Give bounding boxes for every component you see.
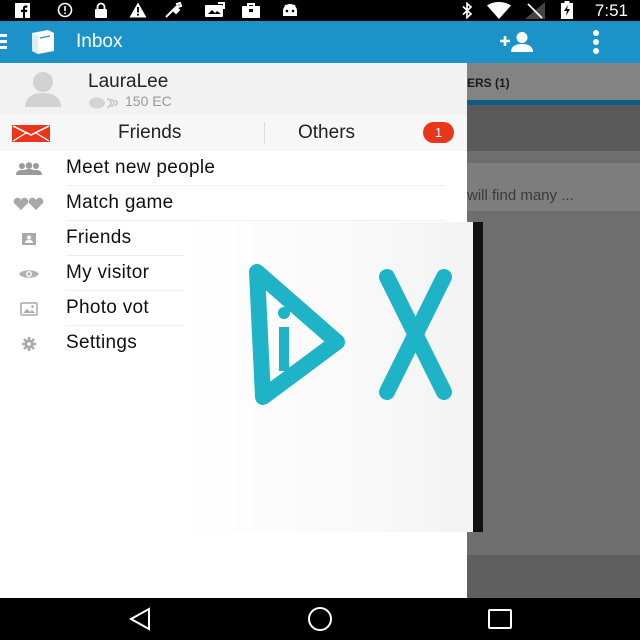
dx-logo — [249, 264, 452, 405]
app-logo-icon — [28, 29, 58, 55]
back-icon[interactable] — [127, 606, 155, 632]
alert-circle-icon — [56, 2, 74, 18]
satellite-icon — [164, 2, 186, 18]
photo-icon — [12, 300, 46, 317]
tab-divider — [264, 122, 265, 144]
page-title: Inbox — [76, 31, 123, 52]
profile-name: LauraLee — [88, 71, 169, 92]
menu-item-label: Photo vot — [66, 297, 149, 318]
warning-icon — [128, 2, 148, 18]
avatar — [22, 71, 64, 107]
profile-header[interactable]: LauraLee 150 EC — [0, 63, 467, 115]
message-preview: will find many ... — [467, 187, 574, 204]
bag-icon — [240, 2, 262, 18]
photo-icon — [203, 2, 227, 18]
ad-edge — [473, 222, 483, 532]
battery-charging-icon — [558, 1, 576, 19]
ad-overlay[interactable] — [184, 222, 483, 532]
menu-item-label: Friends — [66, 227, 132, 248]
recents-icon[interactable] — [486, 606, 514, 632]
others-count-badge: 1 — [423, 122, 454, 143]
coin-icon — [88, 96, 120, 109]
menu-item-label: My visitor — [66, 262, 150, 283]
gear-icon — [12, 335, 46, 352]
menu-item-label: Meet new people — [66, 157, 216, 178]
hearts-icon — [12, 195, 46, 212]
wifi-icon — [486, 1, 512, 19]
android-icon — [280, 2, 300, 18]
eye-icon — [12, 265, 46, 282]
background-header — [467, 105, 640, 151]
menu-icon[interactable] — [0, 34, 8, 50]
tab-friends[interactable]: Friends — [118, 122, 181, 144]
inbox-background: ERS (1) will find many ... — [467, 63, 640, 598]
no-signal-icon — [524, 1, 546, 19]
app-bar: Inbox — [0, 21, 640, 63]
overflow-menu-icon[interactable] — [591, 30, 601, 54]
background-tab-label: ERS (1) — [467, 76, 510, 90]
coin-balance: 150 EC — [125, 93, 172, 109]
menu-item-meet-new-people[interactable]: Meet new people — [0, 151, 450, 186]
facebook-icon — [14, 2, 30, 18]
bluetooth-icon — [459, 1, 475, 19]
menu-item-label: Settings — [66, 332, 138, 353]
contact-card-icon — [12, 230, 46, 247]
system-nav-bar — [0, 598, 640, 640]
status-bar: 7:51 — [0, 0, 640, 21]
home-icon[interactable] — [306, 606, 334, 632]
add-person-icon[interactable] — [498, 31, 536, 53]
list-item[interactable]: will find many ... — [467, 163, 640, 211]
menu-item-match-game[interactable]: Match game — [0, 186, 450, 221]
background-footer — [467, 555, 640, 598]
tab-others[interactable]: Others — [298, 122, 355, 144]
drawer-tabs: Friends Others 1 — [0, 115, 467, 151]
status-time: 7:51 — [594, 1, 628, 20]
mail-icon[interactable] — [12, 125, 50, 142]
background-tab-bar[interactable]: ERS (1) — [467, 63, 640, 101]
people-icon — [12, 160, 46, 177]
lock-icon — [93, 2, 109, 18]
menu-item-label: Match game — [66, 192, 174, 213]
